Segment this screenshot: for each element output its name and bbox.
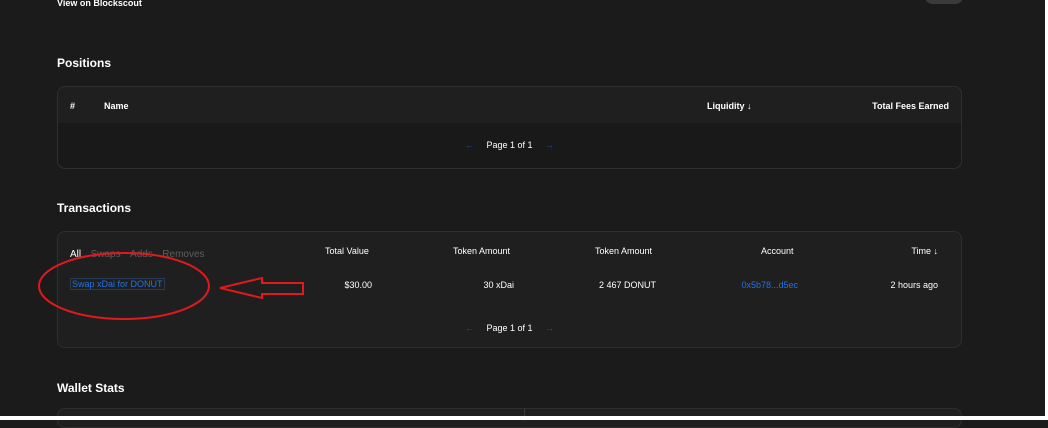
wallet-stats-title: Wallet Stats <box>57 381 125 395</box>
filter-adds-tab[interactable]: Adds <box>130 249 153 260</box>
page-label: Page 1 of 1 <box>486 140 533 150</box>
row-total-value: $30.00 <box>344 280 372 290</box>
positions-pager: ← Page 1 of 1 → <box>58 140 961 152</box>
positions-body: ← Page 1 of 1 → <box>58 123 961 168</box>
col-token-amount-2[interactable]: Token Amount <box>595 246 652 256</box>
next-page-arrow-icon[interactable]: → <box>545 323 554 333</box>
prev-page-arrow-icon[interactable]: ← <box>465 323 474 333</box>
filter-removes-tab[interactable]: Removes <box>162 249 204 260</box>
row-token-amount-1: 30 xDai <box>483 280 514 290</box>
transactions-card: All Swaps Adds Removes Total Value Token… <box>57 231 962 348</box>
row-account-link[interactable]: 0x5b78...d5ec <box>723 280 798 290</box>
transactions-pager: ← Page 1 of 1 → <box>58 323 961 335</box>
window-edge-bottom <box>0 416 1048 420</box>
positions-col-name[interactable]: Name <box>104 101 129 111</box>
prev-page-arrow-icon[interactable]: ← <box>465 140 474 150</box>
row-time: 2 hours ago <box>890 280 938 290</box>
positions-header: # Name Liquidity ↓ Total Fees Earned <box>58 87 961 123</box>
positions-col-liquidity[interactable]: Liquidity ↓ <box>707 101 752 111</box>
positions-col-index: # <box>70 101 76 111</box>
view-on-blockscout-link[interactable]: View on Blockscout <box>57 0 142 8</box>
positions-col-fees[interactable]: Total Fees Earned <box>872 101 949 111</box>
annotation-overlay <box>38 252 304 320</box>
filter-swaps-tab[interactable]: Swaps <box>91 249 121 260</box>
page-label: Page 1 of 1 <box>486 323 533 333</box>
transactions-header: All Swaps Adds Removes Total Value Token… <box>58 232 961 270</box>
top-right-toggle[interactable] <box>924 0 964 4</box>
transactions-title: Transactions <box>57 201 132 215</box>
col-account[interactable]: Account <box>761 246 794 256</box>
positions-title: Positions <box>57 56 112 70</box>
next-page-arrow-icon[interactable]: → <box>545 140 554 150</box>
row-token-amount-2: 2 467 DONUT <box>598 280 656 290</box>
transaction-filter-tabs: All Swaps Adds Removes <box>70 244 210 262</box>
col-token-amount-1[interactable]: Token Amount <box>453 246 510 256</box>
filter-all-tab[interactable]: All <box>70 249 81 260</box>
swap-transaction-link[interactable]: Swap xDai for DONUT <box>70 278 165 290</box>
col-time[interactable]: Time ↓ <box>911 246 938 256</box>
col-total-value[interactable]: Total Value <box>325 246 369 256</box>
positions-card: # Name Liquidity ↓ Total Fees Earned ← P… <box>57 86 962 169</box>
